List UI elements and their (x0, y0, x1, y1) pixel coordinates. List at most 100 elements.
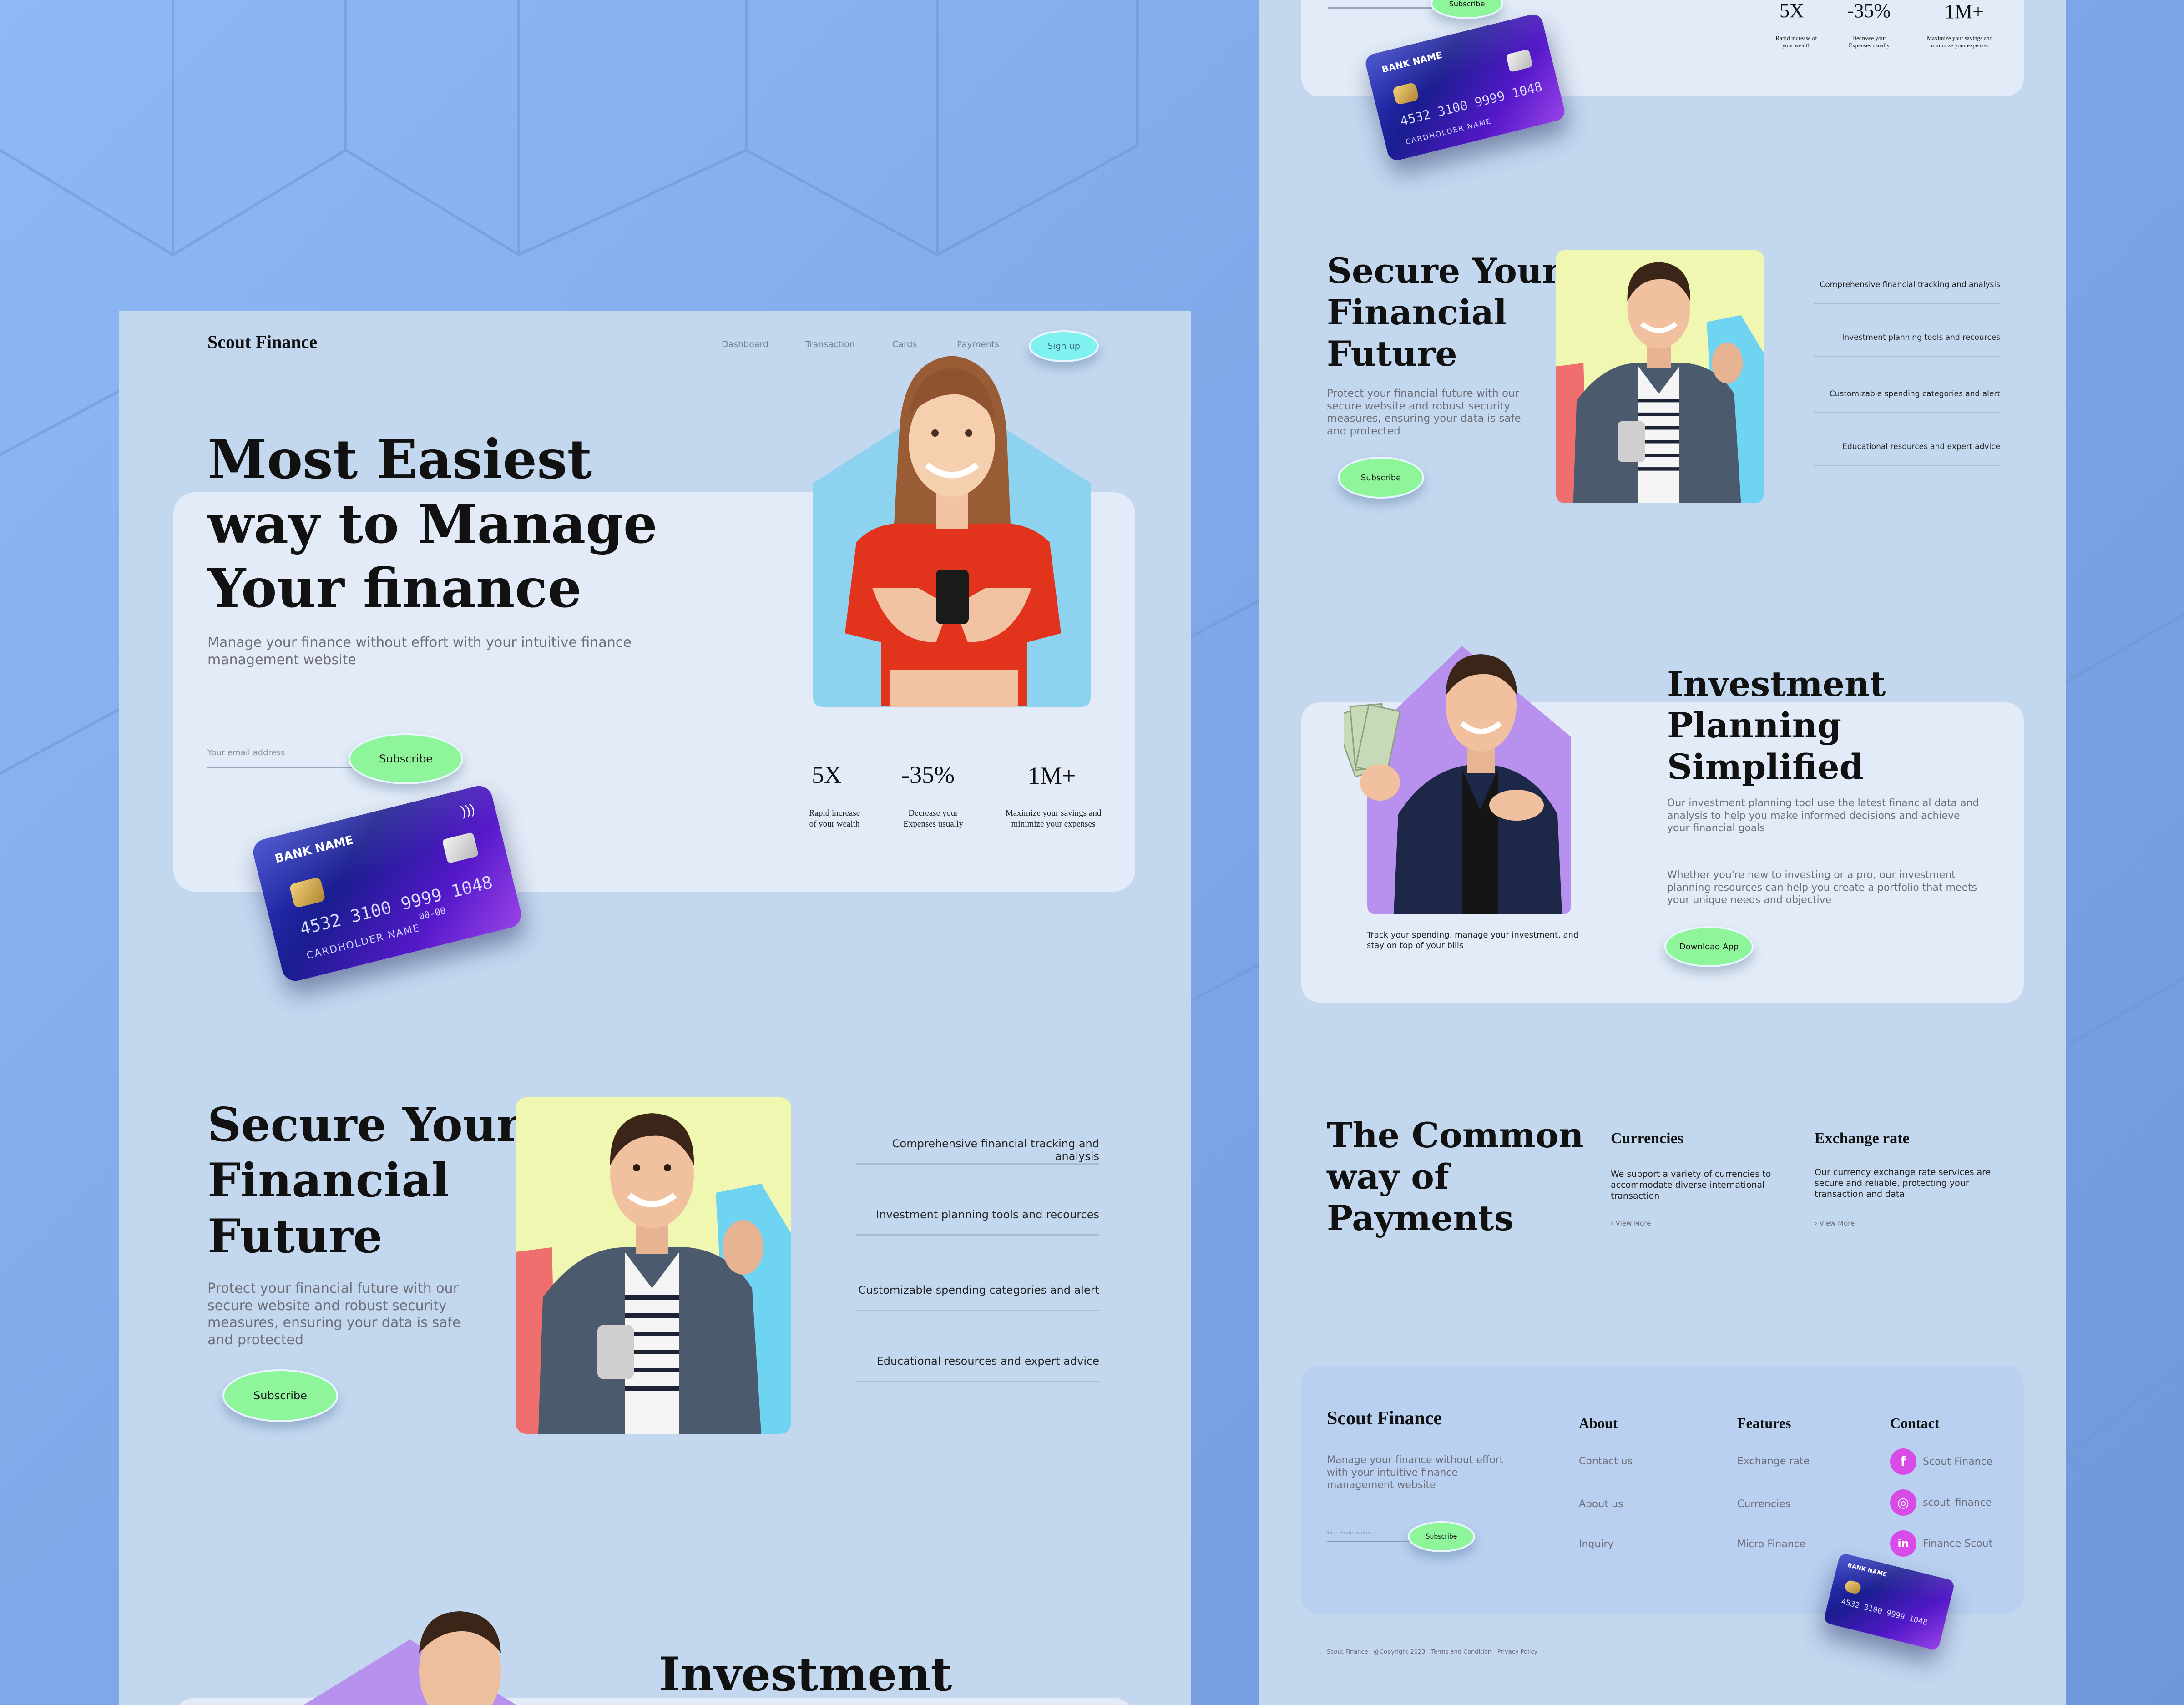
hero-title-line-3: Your finance (207, 556, 582, 620)
preview-secure-title-line-3: Future (1327, 333, 1457, 374)
footer-bottom-copyright: @Copyright 2023 (1373, 1649, 1426, 1655)
hero-photo (813, 351, 1091, 707)
secure-photo (516, 1097, 791, 1434)
secure-photo-illustration (516, 1097, 791, 1434)
footer-features-title: Features (1737, 1415, 1791, 1431)
payments-title-line-1: The Common (1327, 1115, 1584, 1155)
currencies-text: We support a variety of currencies to ac… (1611, 1169, 1771, 1201)
linkedin-icon: in (1890, 1530, 1916, 1557)
investment-paragraph-2: Whether you're new to investing or a pro… (1667, 869, 1977, 906)
footer-link-about-us[interactable]: About us (1579, 1498, 1623, 1510)
hero-photo-illustration (813, 356, 1091, 707)
investment-title: Investment Planning Simplified (1667, 663, 1886, 788)
footer-social-facebook[interactable]: f Scout Finance (1890, 1448, 1992, 1475)
secure-subscribe-button[interactable]: Subscribe (222, 1369, 338, 1422)
exchange-rate-view-more-label: View More (1819, 1219, 1855, 1227)
secure-description: Protect your financial future with our s… (207, 1281, 461, 1348)
footer-social-facebook-label: Scout Finance (1923, 1456, 1993, 1468)
hero-title-line-1: Most Easiest (207, 428, 592, 491)
preview-secure-photo (1556, 250, 1764, 503)
footer-bottom-bar: Scout Finance @Copyright 2023 Terms and … (1327, 1649, 1537, 1655)
stat-value-1: 5X (812, 761, 842, 788)
footer-bottom-brand: Scout Finance (1327, 1649, 1368, 1655)
footer-link-inquiry[interactable]: Inquiry (1579, 1539, 1614, 1550)
logo[interactable]: Scout Finance (207, 331, 317, 353)
preview-secure-title-line-2: Financial (1327, 292, 1507, 333)
secure-title: Secure Your Financial Future (207, 1097, 521, 1264)
secure-title-line-1: Secure Your (207, 1098, 521, 1152)
preview-secure-title: Secure Your Financial Future (1327, 250, 1560, 375)
chevron-right-icon: › (1611, 1219, 1613, 1227)
footer-bottom-privacy-link[interactable]: Privacy Policy (1497, 1649, 1538, 1655)
download-app-button[interactable]: Download App (1664, 926, 1754, 967)
footer-link-currencies[interactable]: Currencies (1737, 1498, 1790, 1510)
preview-secure-title-line-1: Secure Your (1327, 251, 1561, 291)
payments-title-line-2: way of (1327, 1156, 1449, 1197)
hero-email-placeholder: Your email address (207, 748, 285, 757)
nav-link-payments[interactable]: Payments (957, 339, 999, 349)
stat-label-3: Maximize your savings and minimize your … (1005, 808, 1102, 829)
hero-title-line-2: way to Manage (207, 492, 657, 555)
investment-photo-illustration (1333, 646, 1571, 914)
preview-feature-item-4: Educational resources and expert advice (1814, 442, 2000, 466)
facebook-icon: f (1890, 1448, 1916, 1475)
footer-email-placeholder: Your email address (1327, 1530, 1375, 1536)
chevron-right-icon: › (1815, 1219, 1817, 1227)
preview-secure-subscribe-button[interactable]: Subscribe (1338, 457, 1424, 499)
footer-link-micro-finance[interactable]: Micro Finance (1737, 1539, 1805, 1550)
investment-title-partial: Investment (659, 1647, 952, 1702)
payments-title-line-3: Payments (1327, 1198, 1514, 1239)
hero-subscribe-button[interactable]: Subscribe (349, 733, 463, 784)
footer-link-contact-us[interactable]: Contact us (1579, 1456, 1633, 1467)
landing-page-preview: Subscribe 5X Rapid increase of your weal… (1259, 0, 2066, 1705)
hero-email-input[interactable]: Your email address (207, 748, 358, 768)
footer-link-exchange-rate[interactable]: Exchange rate (1737, 1456, 1810, 1467)
exchange-rate-view-more-link[interactable]: › View More (1815, 1219, 1855, 1227)
hero-subtitle: Manage your finance without effort with … (207, 635, 632, 668)
preview-feature-item-1: Comprehensive financial tracking and ana… (1814, 280, 2000, 304)
investment-paragraph-1: Our investment planning tool use the lat… (1667, 797, 1979, 834)
investment-caption: Track your spending, manage your investm… (1367, 930, 1579, 951)
feature-item-1: Comprehensive financial tracking and ana… (856, 1137, 1099, 1165)
footer-logo[interactable]: Scout Finance (1327, 1407, 1442, 1429)
landing-page-main: Scout Finance Dashboard Transaction Card… (119, 311, 1191, 1705)
investment-title-line-2: Planning (1667, 705, 1842, 746)
investment-title-line-1: Investment (1667, 664, 1886, 704)
footer-contact-title: Contact (1890, 1415, 1940, 1431)
investment-photo-partial-illustration (303, 1611, 516, 1705)
preview-feature-item-2: Investment planning tools and recources (1814, 333, 2000, 357)
instagram-icon: ◎ (1890, 1489, 1916, 1516)
footer-email-input[interactable]: Your email address (1327, 1528, 1418, 1542)
stat-label-1: Rapid increase of your wealth (809, 808, 860, 829)
preview-stat-value-2: -35% (1847, 0, 1891, 22)
payments-title: The Common way of Payments (1327, 1115, 1584, 1239)
currencies-title: Currencies (1611, 1130, 1684, 1147)
footer-card-number: 4532 3100 9999 1048 (1840, 1597, 1929, 1628)
investment-photo-partial (292, 1603, 528, 1705)
preview-stat-value-1: 5X (1780, 0, 1804, 22)
feature-item-3: Customizable spending categories and ale… (856, 1284, 1099, 1311)
secure-title-line-2: Financial (207, 1153, 450, 1208)
secure-title-line-3: Future (207, 1209, 383, 1264)
feature-item-2: Investment planning tools and recources (856, 1208, 1099, 1236)
stat-value-2: -35% (901, 761, 955, 788)
nav-link-cards[interactable]: Cards (892, 339, 917, 349)
footer-social-linkedin[interactable]: in Finance Scout (1890, 1530, 1992, 1557)
preview-feature-item-3: Customizable spending categories and ale… (1814, 389, 2000, 413)
nav-link-dashboard[interactable]: Dashboard (722, 339, 768, 349)
preview-secure-description: Protect your financial future with our s… (1327, 388, 1521, 437)
stat-value-3: 1M+ (1028, 762, 1076, 789)
footer-bottom-terms-link[interactable]: Terms and Condition (1431, 1649, 1491, 1655)
exchange-rate-text: Our currency exchange rate services are … (1815, 1167, 1991, 1199)
footer-subscribe-button[interactable]: Subscribe (1408, 1521, 1475, 1552)
investment-title-line-3: Simplified (1667, 747, 1864, 787)
preview-stat-value-3: 1M+ (1945, 0, 1984, 23)
feature-item-4: Educational resources and expert advice (856, 1355, 1099, 1382)
footer-social-linkedin-label: Finance Scout (1923, 1538, 1993, 1549)
stat-label-2: Decrease your Expenses usually (903, 808, 963, 829)
hero-title: Most Easiest way to Manage Your finance (207, 427, 657, 620)
footer-social-instagram[interactable]: ◎ scout_finance (1890, 1489, 1992, 1516)
investment-photo (1333, 632, 1580, 914)
nav-link-transaction[interactable]: Transaction (805, 339, 855, 349)
currencies-view-more-link[interactable]: › View More (1611, 1219, 1651, 1227)
